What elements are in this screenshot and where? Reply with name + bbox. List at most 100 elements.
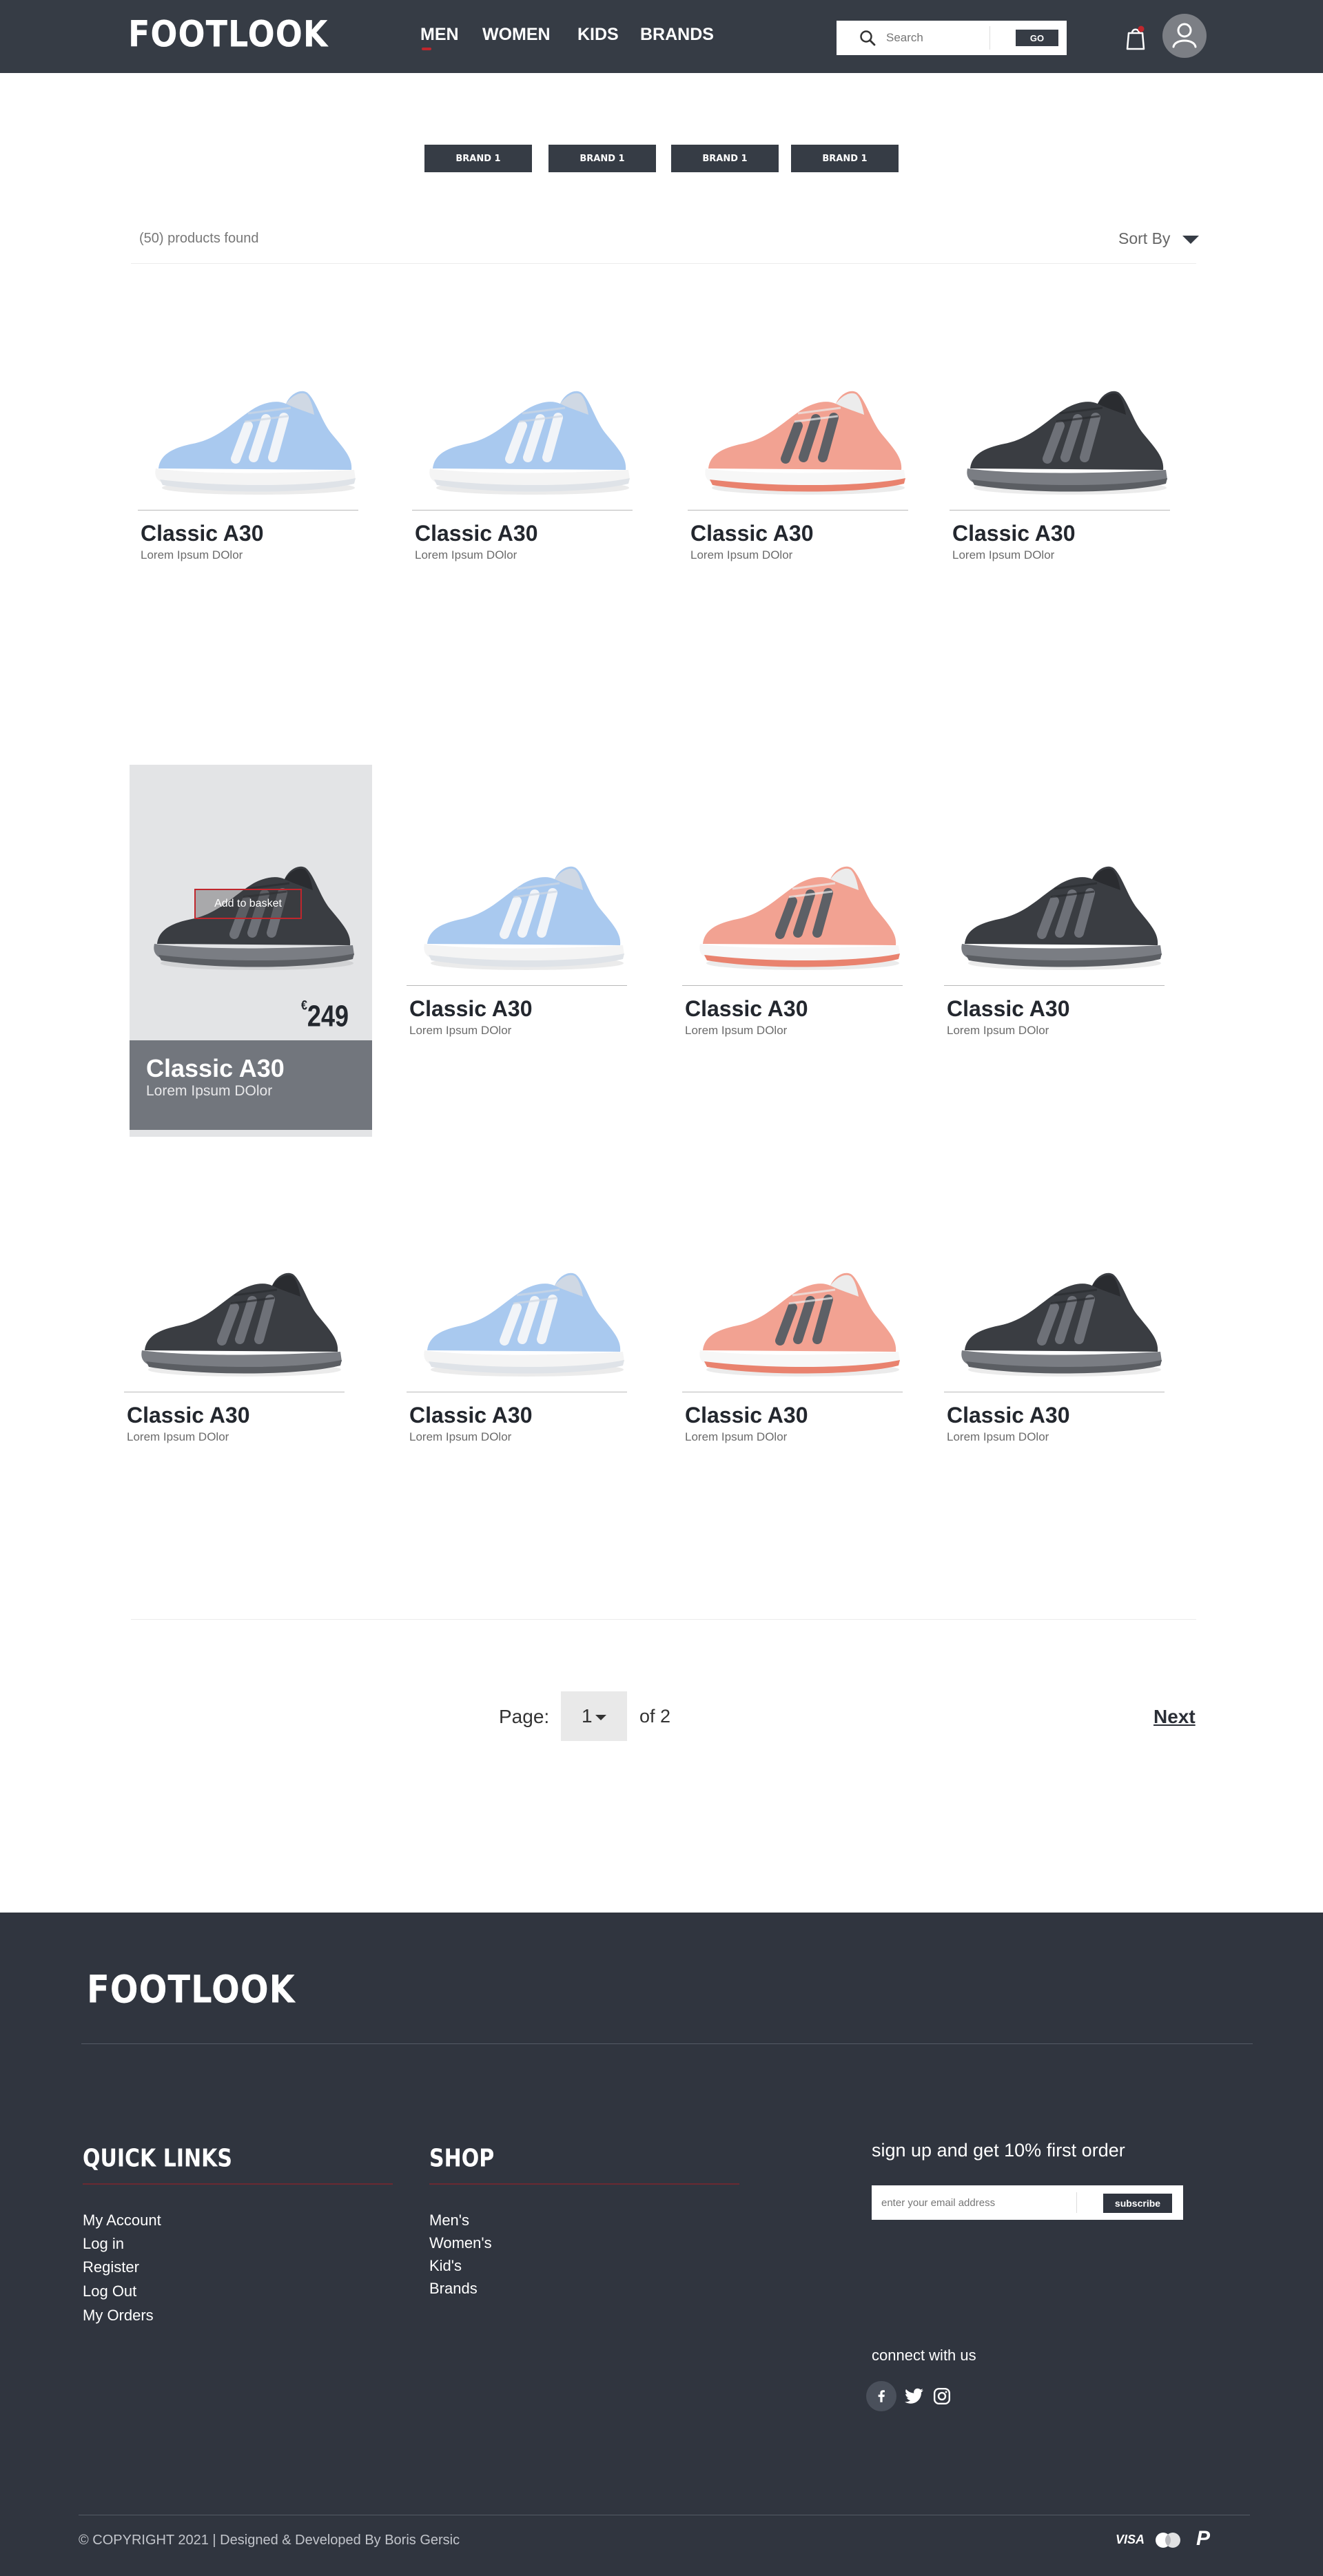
- site-logo[interactable]: FOOTLOOK: [128, 12, 329, 55]
- product-card[interactable]: Classic A30 Lorem Ipsum DOlor: [117, 1171, 360, 1543]
- shoe-image[interactable]: [951, 847, 1171, 985]
- product-card[interactable]: Add to basket €249 Classic A30 Lorem Ipsum …: [130, 765, 372, 1137]
- product-name[interactable]: Classic A30: [947, 996, 1069, 1022]
- connect-title: connect with us: [872, 2347, 976, 2364]
- footer-link-womens[interactable]: Women's: [429, 2234, 492, 2252]
- footer-link-log-out[interactable]: Log Out: [83, 2283, 136, 2300]
- page-select[interactable]: 1: [561, 1691, 627, 1741]
- product-divider: [688, 510, 908, 511]
- product-card[interactable]: Classic A30 Lorem Ipsum DOlor: [400, 1171, 642, 1543]
- product-card[interactable]: Classic A30 Lorem Ipsum DOlor: [943, 289, 1185, 661]
- product-subtitle: Lorem Ipsum DOlor: [685, 1024, 788, 1037]
- brand-filter-button[interactable]: BRAND 1: [671, 145, 779, 172]
- product-name[interactable]: Classic A30: [409, 1403, 532, 1428]
- footer-link-register[interactable]: Register: [83, 2258, 139, 2276]
- product-card[interactable]: Classic A30 Lorem Ipsum DOlor: [400, 765, 642, 1137]
- sort-by-dropdown[interactable]: Sort By: [1118, 229, 1170, 248]
- product-card[interactable]: Classic A30 Lorem Ipsum DOlor: [675, 1171, 918, 1543]
- shoe-image[interactable]: [413, 1254, 634, 1392]
- shoe-image[interactable]: [951, 1254, 1171, 1392]
- shoe-image[interactable]: [419, 372, 639, 510]
- subscribe-button[interactable]: subscribe: [1103, 2194, 1172, 2213]
- page-label: Page:: [499, 1706, 550, 1727]
- sort-caret-icon[interactable]: [1182, 236, 1199, 244]
- footer-divider: [81, 2043, 1253, 2044]
- footer-link-my-account[interactable]: My Account: [83, 2212, 161, 2229]
- product-name[interactable]: Classic A30: [127, 1403, 249, 1428]
- product-divider: [412, 510, 633, 511]
- product-card[interactable]: Classic A30 Lorem Ipsum DOlor: [937, 765, 1180, 1137]
- product-name[interactable]: Classic A30: [146, 1054, 285, 1083]
- nav-brands[interactable]: BRANDS: [640, 25, 714, 45]
- next-page-link[interactable]: Next: [1153, 1706, 1196, 1728]
- product-card[interactable]: Classic A30 Lorem Ipsum DOlor: [937, 1171, 1180, 1543]
- mastercard-icon: [1156, 2533, 1180, 2548]
- shoe-image[interactable]: [131, 1254, 351, 1392]
- shopping-bag-icon[interactable]: [1125, 23, 1147, 51]
- product-name[interactable]: Classic A30: [685, 1403, 808, 1428]
- site-header: FOOTLOOK MEN WOMEN KIDS BRANDS GO: [0, 0, 1323, 73]
- product-name[interactable]: Classic A30: [690, 521, 813, 546]
- signup-title: sign up and get 10% first order: [872, 2140, 1125, 2161]
- footer-link-brands[interactable]: Brands: [429, 2280, 478, 2298]
- footer-link-log-in[interactable]: Log in: [83, 2235, 124, 2253]
- product-name[interactable]: Classic A30: [415, 521, 537, 546]
- facebook-icon[interactable]: [866, 2381, 896, 2411]
- user-avatar[interactable]: [1162, 14, 1207, 58]
- product-subtitle: Lorem Ipsum DOlor: [947, 1430, 1049, 1443]
- product-name[interactable]: Classic A30: [409, 996, 532, 1022]
- shop-underline: [429, 2183, 739, 2185]
- product-divider: [682, 985, 903, 986]
- product-subtitle: Lorem Ipsum DOlor: [141, 548, 243, 561]
- shoe-image[interactable]: [413, 847, 634, 985]
- shoe-image[interactable]: [695, 372, 915, 510]
- product-card[interactable]: Classic A30 Lorem Ipsum DOlor: [131, 289, 373, 661]
- footer-link-mens[interactable]: Men's: [429, 2212, 469, 2229]
- brand-filter-button[interactable]: BRAND 1: [791, 145, 899, 172]
- shoe-image[interactable]: [689, 1254, 910, 1392]
- product-divider: [407, 985, 627, 986]
- email-input[interactable]: [881, 2192, 1060, 2213]
- footer-link-kids[interactable]: Kid's: [429, 2257, 462, 2275]
- product-price: €249: [301, 999, 349, 1033]
- chevron-down-icon: [595, 1715, 606, 1720]
- instagram-icon[interactable]: [927, 2381, 957, 2411]
- product-name[interactable]: Classic A30: [685, 996, 808, 1022]
- search-bar: GO: [837, 21, 1067, 55]
- footer-link-my-orders[interactable]: My Orders: [83, 2307, 154, 2325]
- product-name[interactable]: Classic A30: [141, 521, 263, 546]
- product-subtitle: Lorem Ipsum DOlor: [685, 1430, 788, 1443]
- product-subtitle: Lorem Ipsum DOlor: [415, 548, 517, 561]
- search-divider: [989, 26, 990, 50]
- visa-icon: VISA: [1116, 2533, 1145, 2546]
- footer-logo[interactable]: FOOTLOOK: [87, 1968, 296, 2012]
- page-total: of 2: [639, 1706, 671, 1727]
- product-subtitle: Lorem Ipsum DOlor: [952, 548, 1055, 561]
- add-to-basket-button[interactable]: Add to basket: [194, 889, 302, 919]
- product-card[interactable]: Classic A30 Lorem Ipsum DOlor: [405, 289, 648, 661]
- newsletter-form: subscribe: [872, 2185, 1183, 2220]
- shoe-image[interactable]: [956, 372, 1177, 510]
- product-name[interactable]: Classic A30: [952, 521, 1075, 546]
- product-name[interactable]: Classic A30: [947, 1403, 1069, 1428]
- shoe-image[interactable]: [145, 372, 365, 510]
- nav-men[interactable]: MEN: [420, 25, 459, 50]
- email-divider: [1076, 2192, 1077, 2213]
- price-value: 249: [307, 998, 349, 1033]
- shoe-image[interactable]: [689, 847, 910, 985]
- product-subtitle: Lorem Ipsum DOlor: [409, 1024, 512, 1037]
- product-card[interactable]: Classic A30 Lorem Ipsum DOlor: [675, 765, 918, 1137]
- search-go-button[interactable]: GO: [1016, 30, 1058, 46]
- nav-kids[interactable]: KIDS: [577, 25, 619, 45]
- product-divider: [138, 510, 358, 511]
- search-input[interactable]: [886, 28, 1001, 48]
- brand-filter-button[interactable]: BRAND 1: [548, 145, 656, 172]
- product-subtitle: Lorem Ipsum DOlor: [409, 1430, 512, 1443]
- search-icon[interactable]: [859, 29, 876, 47]
- twitter-icon[interactable]: [899, 2381, 930, 2411]
- product-divider: [950, 510, 1170, 511]
- brand-filter-button[interactable]: BRAND 1: [424, 145, 532, 172]
- product-card[interactable]: Classic A30 Lorem Ipsum DOlor: [681, 289, 923, 661]
- grid-divider: [131, 1619, 1196, 1620]
- nav-women[interactable]: WOMEN: [482, 25, 551, 45]
